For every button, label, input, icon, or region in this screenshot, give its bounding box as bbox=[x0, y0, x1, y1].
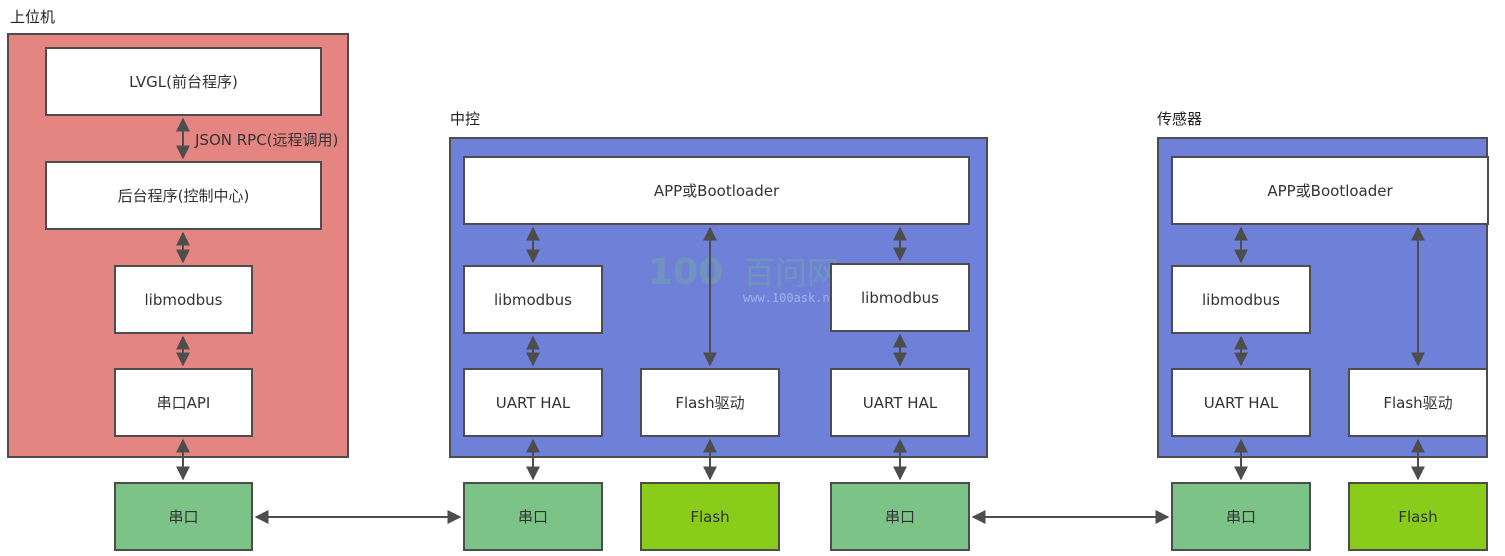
connector-arrows bbox=[176, 117, 1425, 524]
